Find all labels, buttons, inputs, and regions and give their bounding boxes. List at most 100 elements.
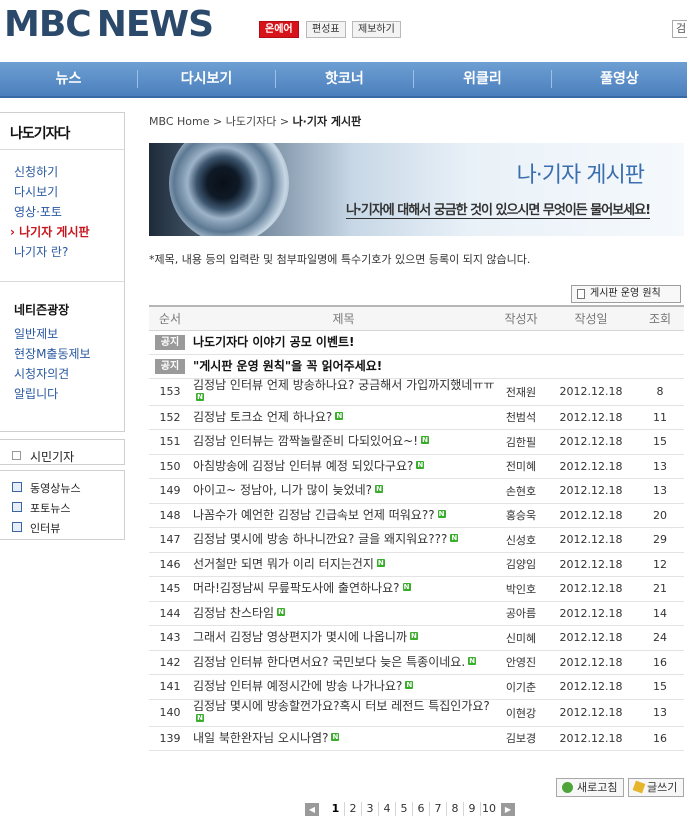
post-date: 2012.12.18 <box>559 582 623 596</box>
interview-icon <box>12 522 22 532</box>
breadcrumb: MBC Home > 나도기자다 > 나·기자 게시판 <box>149 113 361 129</box>
posting-notice: *제목, 내용 등의 입력란 및 첨부파일명에 특수기호가 있으면 등록이 되지… <box>149 253 531 266</box>
breadcrumb-level1[interactable]: 나도기자다 <box>226 115 277 128</box>
post-title-link[interactable]: 머라!김정남씨 무릎팍도사에 출연하나요? <box>193 581 400 595</box>
page-link[interactable]: 9 <box>463 802 480 816</box>
page-link[interactable]: 4 <box>378 802 395 816</box>
new-post-icon: N <box>196 392 204 401</box>
new-post-icon: N <box>405 681 414 690</box>
notice-title-link[interactable]: "게시판 운영 원칙"을 꼭 읽어주세요! <box>193 359 382 373</box>
post-number: 147 <box>159 533 181 547</box>
post-views: 12 <box>653 557 667 571</box>
nav-fullvideo[interactable]: 풀영상 <box>552 62 687 96</box>
onair-button[interactable]: 온에어 <box>259 21 299 38</box>
sidebar-item-replay[interactable]: 다시보기 <box>14 183 58 200</box>
post-title-link[interactable]: 나꼼수가 예언한 김정남 긴급속보 언제 떠워요?? <box>193 508 435 522</box>
col-views: 조회 <box>636 305 684 331</box>
nav-replay[interactable]: 다시보기 <box>138 62 275 96</box>
table-row: 150 아침방송에 김정남 인터뷰 예정 되있다구요? N 전미혜 2012.12.18… <box>149 454 684 479</box>
post-date: 2012.12.18 <box>559 533 623 547</box>
page-link[interactable]: 7 <box>429 802 446 816</box>
post-number: 139 <box>159 731 181 745</box>
post-writer: 신미혜 <box>505 631 537 645</box>
report-button[interactable]: 제보하기 <box>352 21 401 38</box>
notice-row: 공지 "게시판 운영 원칙"을 꼭 읽어주세요! <box>149 354 684 379</box>
col-date: 작성일 <box>546 305 636 331</box>
post-title-link[interactable]: 선거철만 되면 뭐가 이리 터지는건지 <box>193 557 374 571</box>
page-link[interactable]: 2 <box>344 802 361 816</box>
new-post-icon: N <box>277 607 286 616</box>
post-title-link[interactable]: 김정남 인터뷰는 깜짝놀랄준비 다되있어요~! <box>193 434 418 448</box>
post-views: 29 <box>653 533 667 547</box>
breadcrumb-current: 나·기자 게시판 <box>292 115 362 128</box>
notice-title-link[interactable]: 나도기자다 이야기 공모 이벤트! <box>193 335 355 349</box>
post-title-link[interactable]: 김정남 인터뷰 예정시간에 방송 나가나요? <box>193 679 402 693</box>
page-link[interactable]: 6 <box>412 802 429 816</box>
post-writer: 전재원 <box>505 385 537 399</box>
link-interview[interactable]: 인터뷰 <box>30 520 60 536</box>
post-writer: 김한필 <box>505 435 537 449</box>
sidebar-item-announcements[interactable]: 알립니다 <box>14 385 58 402</box>
sidebar-item-about[interactable]: 나기자 란? <box>14 243 68 260</box>
breadcrumb-separator: > <box>213 115 223 128</box>
citizen-label: 시민기자 <box>30 450 75 464</box>
page-link[interactable]: 1 <box>327 802 344 816</box>
sidebar-item-board[interactable]: › 나기자 게시판 <box>10 223 90 240</box>
nav-weekly[interactable]: 위클리 <box>414 62 551 96</box>
page-link[interactable]: 3 <box>361 802 378 816</box>
post-title-link[interactable]: 김정남 인터뷰 언제 방송하나요? 궁금해서 가입까지했네ㅠㅠ <box>193 378 494 392</box>
mbc-news-logo[interactable]: MBC NEWS <box>4 4 214 45</box>
post-number: 144 <box>159 606 181 620</box>
post-writer: 이기춘 <box>505 680 537 694</box>
post-title-link[interactable]: 김정남 찬스타임 <box>193 606 274 620</box>
sidebar-item-video-photo[interactable]: 영상·포토 <box>14 203 62 220</box>
post-title-link[interactable]: 아이고~ 정남아, 니가 많이 늦었네? <box>193 483 372 497</box>
new-post-icon: N <box>375 485 384 494</box>
citizen-checkbox[interactable] <box>12 451 21 460</box>
table-row: 146 선거철만 되면 뭐가 이리 터지는건지 N 김양임 2012.12.18 12 <box>149 552 684 577</box>
post-title-link[interactable]: 김정남 인터뷰 한다면서요? 국민보다 늦은 특종이네요. <box>193 655 465 669</box>
table-row: 141 김정남 인터뷰 예정시간에 방송 나가나요? N 이기춘 2012.12.18 1… <box>149 674 684 700</box>
post-writer: 이현강 <box>505 706 537 720</box>
page-link[interactable]: 5 <box>395 802 412 816</box>
post-date: 2012.12.18 <box>559 484 623 498</box>
schedule-button[interactable]: 편성표 <box>306 21 346 38</box>
page-link[interactable]: 8 <box>446 802 463 816</box>
post-writer: 홍승욱 <box>505 509 537 523</box>
breadcrumb-home[interactable]: MBC Home <box>149 115 210 128</box>
post-date: 2012.12.18 <box>559 410 623 424</box>
new-post-icon: N <box>416 460 425 469</box>
write-button[interactable]: 글쓰기 <box>628 778 684 797</box>
link-video-news[interactable]: 동영상뉴스 <box>30 480 81 496</box>
post-date: 2012.12.18 <box>559 706 623 719</box>
logo-news: NEWS <box>96 4 214 45</box>
page-link[interactable]: 10 <box>480 802 497 816</box>
sidebar-section-title: 네티즌광장 <box>14 303 70 317</box>
post-title-link[interactable]: 그래서 김정남 영상편지가 몇시에 나옵니까 <box>193 630 407 644</box>
new-post-icon: N <box>468 656 477 665</box>
post-title-link[interactable]: 내일 북한완자님 오시나염? <box>193 731 328 745</box>
col-title: 제목 <box>191 305 496 331</box>
post-date: 2012.12.18 <box>559 606 623 620</box>
nav-hotcorner[interactable]: 핫코너 <box>276 62 413 96</box>
banner-title: 나·기자 게시판 <box>516 163 645 188</box>
post-title-link[interactable]: 김정남 몇시에 방송 하나니깐요? 글을 왜지워요??? <box>193 532 447 546</box>
sidebar-item-apply[interactable]: 신청하기 <box>14 163 58 180</box>
sidebar-item-viewer-opinion[interactable]: 시청자의견 <box>14 365 69 382</box>
board-banner: 나·기자 게시판 나·기자에 대해서 궁금한 것이 있으시면 무엇이든 물어보세… <box>149 143 684 236</box>
link-photo-news[interactable]: 포토뉴스 <box>30 500 70 516</box>
next-page-icon[interactable]: ▶ <box>501 803 515 816</box>
board-rules-button[interactable]: 게시판 운영 원칙 <box>571 285 681 303</box>
search-input[interactable]: 검 <box>672 20 687 38</box>
post-title-link[interactable]: 김정남 몇시에 방송할껀가요?혹시 터보 레전드 특집인가요? <box>193 699 490 713</box>
nav-news[interactable]: 뉴스 <box>0 62 137 96</box>
prev-page-icon[interactable]: ◀ <box>305 803 319 816</box>
post-number: 151 <box>159 435 181 449</box>
post-title-link[interactable]: 아침방송에 김정남 인터뷰 예정 되있다구요? <box>193 459 413 473</box>
refresh-button[interactable]: 새로고침 <box>556 778 624 797</box>
sidebar-item-field-report[interactable]: 현장M출동제보 <box>14 345 91 362</box>
post-title-link[interactable]: 김정남 토크쇼 언제 하나요? <box>193 410 332 424</box>
sidebar-item-general-report[interactable]: 일반제보 <box>14 325 58 342</box>
table-row: 151 김정남 인터뷰는 깜짝놀랄준비 다되있어요~! N 김한필 2012.12.18… <box>149 429 684 455</box>
post-views: 8 <box>656 385 664 398</box>
